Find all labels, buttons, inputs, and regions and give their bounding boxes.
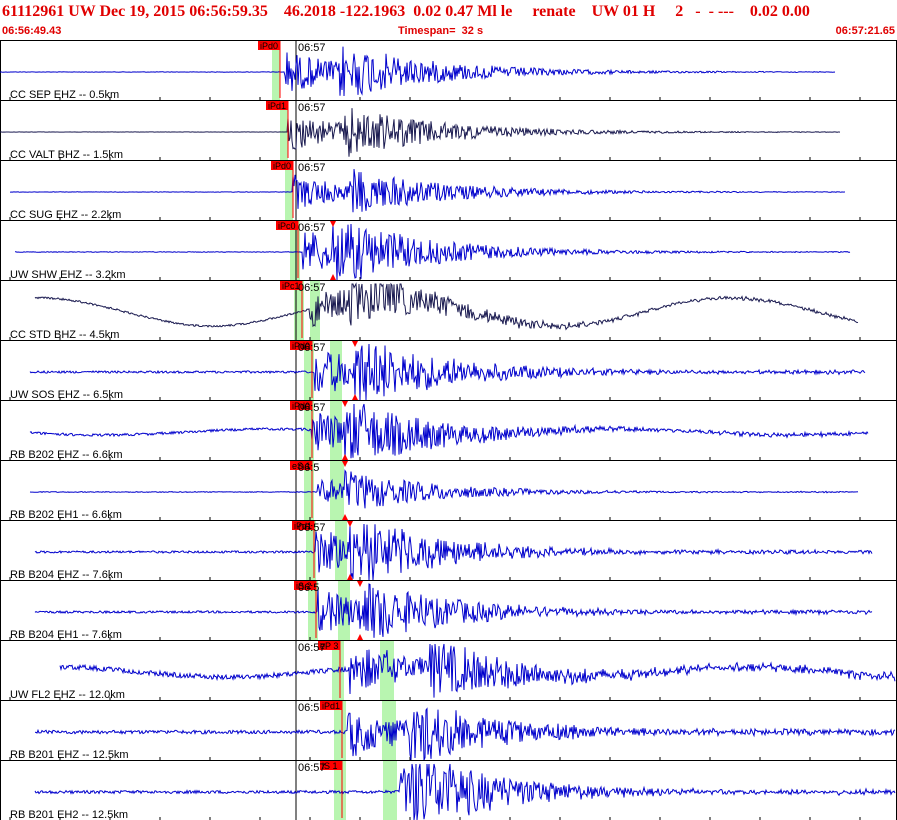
trace-row[interactable]: iPd006:57UW SOS EHZ -- 6.5km [0, 340, 897, 401]
waveform-trace [0, 108, 841, 157]
trace-row[interactable]: eP 306:57UW FL2 EHZ -- 12.0km [0, 640, 897, 701]
waveform-trace [29, 403, 869, 461]
station-label: UW FL2 EHZ -- 12.0km [10, 689, 125, 701]
station-label: RB B204 EHZ -- 7.6km [10, 569, 122, 581]
minute-time-label: 06:5 [298, 462, 319, 474]
trace-frame [0, 280, 897, 341]
s-pick-triangle [357, 581, 363, 587]
trace-row[interactable]: iPd106:5 RB B201 EHZ -- 12.5km [0, 700, 897, 761]
minute-time-label: 06:57 [298, 522, 326, 534]
event-header: 61112961 UW Dec 19, 2015 06:56:59.35 46.… [0, 0, 897, 41]
station-label: CC VALT BHZ -- 1.5km [10, 149, 123, 161]
s-pick-triangle [342, 454, 348, 460]
start-time-label: 06:56:49.43 [2, 25, 62, 37]
station-label: UW SHW EHZ -- 3.2km [10, 269, 126, 281]
minute-time-label: 06:5 [298, 582, 319, 594]
pick-label: iPc1 [282, 281, 300, 291]
station-label: CC SUG EHZ -- 2.2km [10, 209, 121, 221]
minute-time-label: 06:57 [298, 102, 326, 114]
waveform-trace [0, 46, 836, 97]
station-label: RB B202 EHZ -- 6.6km [10, 449, 122, 461]
minute-time-label: 06:57 [298, 642, 326, 654]
s-pick-triangle [330, 274, 336, 280]
s-pick-triangle [330, 221, 336, 227]
trace-row[interactable]: iS 206:5RB B204 EH1 -- 7.6km [0, 580, 897, 641]
station-label: UW SOS EHZ -- 6.5km [10, 389, 123, 401]
station-label: RB B204 EH1 -- 7.6km [10, 629, 122, 641]
trace-row[interactable]: iPd0 06:57 CC SEP EHZ -- 0.5km [0, 40, 897, 101]
trace-row[interactable]: iPd006:57RB B202 EHZ -- 6.6km [0, 400, 897, 461]
trace-row[interactable]: iPd106:57RB B204 EHZ -- 7.6km [0, 520, 897, 581]
waveform-trace [34, 523, 873, 581]
trace-row[interactable]: iS 106:57RB B201 EH2 -- 12.5km [0, 760, 897, 820]
pick-label: iPd0 [273, 161, 291, 171]
station-label: CC STD BHZ -- 4.5km [10, 329, 119, 341]
trace-row[interactable]: eS 106:5RB B202 EH1 -- 6.6km [0, 460, 897, 521]
s-pick-triangle [347, 521, 353, 527]
station-label: RB B201 EHZ -- 12.5km [10, 749, 129, 761]
waveform-trace [29, 343, 866, 401]
minute-time-label: 06:57 [298, 762, 326, 774]
waveform-trace [34, 282, 859, 331]
event-summary-title: 61112961 UW Dec 19, 2015 06:56:59.35 46.… [2, 3, 810, 20]
minute-time-label: 06:57 [298, 42, 326, 54]
s-pick-triangle [352, 341, 358, 347]
trace-frame [0, 220, 897, 281]
minute-time-label: 06:57 [298, 282, 326, 294]
station-label: CC SEP EHZ -- 0.5km [10, 89, 119, 101]
timespan-label: Timespan= 32 s [398, 25, 484, 37]
station-label: RB B202 EH1 -- 6.6km [10, 509, 122, 521]
pick-label: iPd1 [322, 701, 340, 711]
s-pick-triangle [357, 634, 363, 640]
trace-frame [0, 40, 897, 101]
trace-row[interactable]: iPc0 06:57 UW SHW EHZ -- 3.2km [0, 220, 897, 281]
waveform-trace [34, 763, 896, 820]
seismogram-canvas[interactable]: iPd0 06:57 CC SEP EHZ -- 0.5km iPd1 06:57 CC … [0, 40, 897, 820]
pick-label: iPd1 [268, 101, 286, 111]
seismogram-panel[interactable]: iPd0 06:57 CC SEP EHZ -- 0.5km iPd1 06:57 CC … [0, 40, 897, 820]
s-pick-triangle [342, 401, 348, 407]
minute-time-label: 06:57 [298, 222, 326, 234]
pick-label: iPc0 [278, 221, 296, 231]
waveform-trace [15, 223, 851, 281]
waveform-trace [29, 469, 859, 509]
minute-time-label: 06:5 [298, 702, 319, 714]
waveform-trace [59, 643, 896, 698]
minute-time-label: 06:57 [298, 162, 326, 174]
waveform-trace [10, 169, 845, 213]
trace-row[interactable]: iPd0 06:57 CC SUG EHZ -- 2.2km [0, 160, 897, 221]
trace-row[interactable]: iPc106:57 CC STD BHZ -- 4.5km [0, 280, 897, 341]
minute-time-label: 06:57 [298, 402, 326, 414]
pick-label: iPd0 [260, 41, 278, 51]
trace-row[interactable]: iPd1 06:57 CC VALT BHZ -- 1.5km [0, 100, 897, 161]
station-label: RB B201 EH2 -- 12.5km [10, 809, 128, 820]
waveform-trace [34, 707, 896, 761]
end-time-label: 06:57:21.65 [835, 25, 895, 37]
s-pick-triangle [352, 394, 358, 400]
minute-time-label: 06:57 [298, 342, 326, 354]
waveform-trace [34, 583, 873, 638]
